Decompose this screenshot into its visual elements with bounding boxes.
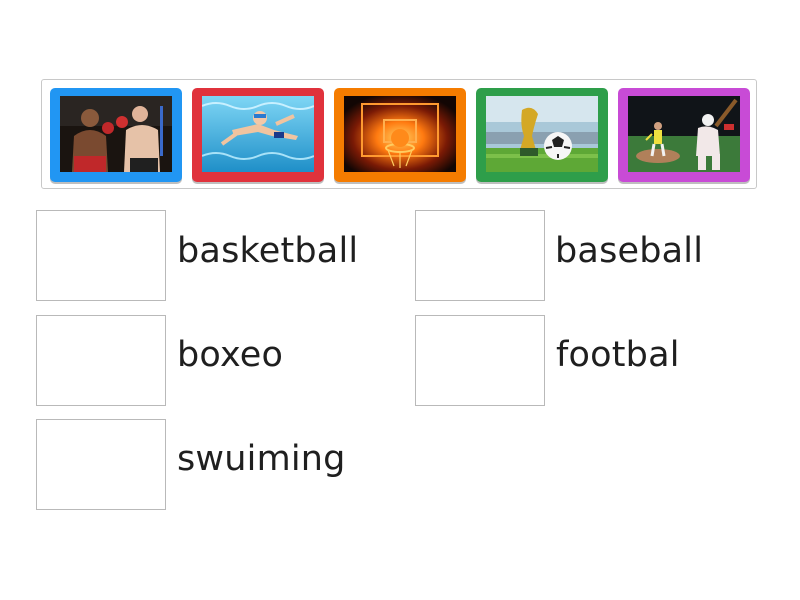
swimming-photo	[202, 96, 314, 172]
drop-slot-basketball[interactable]	[36, 210, 166, 301]
basketball-photo	[344, 96, 456, 172]
image-tray	[41, 79, 757, 189]
image-card-boxing[interactable]	[50, 88, 182, 182]
soccer-photo	[486, 96, 598, 172]
target-label-swuiming: swuiming	[177, 439, 346, 479]
image-card-soccer[interactable]	[476, 88, 608, 182]
drop-slot-baseball[interactable]	[415, 210, 545, 301]
target-label-boxeo: boxeo	[177, 335, 284, 375]
match-up-activity: basketball baseball boxeo footbal swuimi…	[0, 0, 800, 600]
drop-slot-footbal[interactable]	[415, 315, 545, 406]
drop-slot-swuiming[interactable]	[36, 419, 166, 510]
target-label-basketball: basketball	[177, 231, 359, 271]
boxing-photo	[60, 96, 172, 172]
image-card-basketball[interactable]	[334, 88, 466, 182]
image-card-baseball[interactable]	[618, 88, 750, 182]
image-card-swimming[interactable]	[192, 88, 324, 182]
target-label-baseball: baseball	[555, 231, 704, 271]
drop-slot-boxeo[interactable]	[36, 315, 166, 406]
target-label-footbal: footbal	[556, 335, 680, 375]
baseball-photo	[628, 96, 740, 172]
